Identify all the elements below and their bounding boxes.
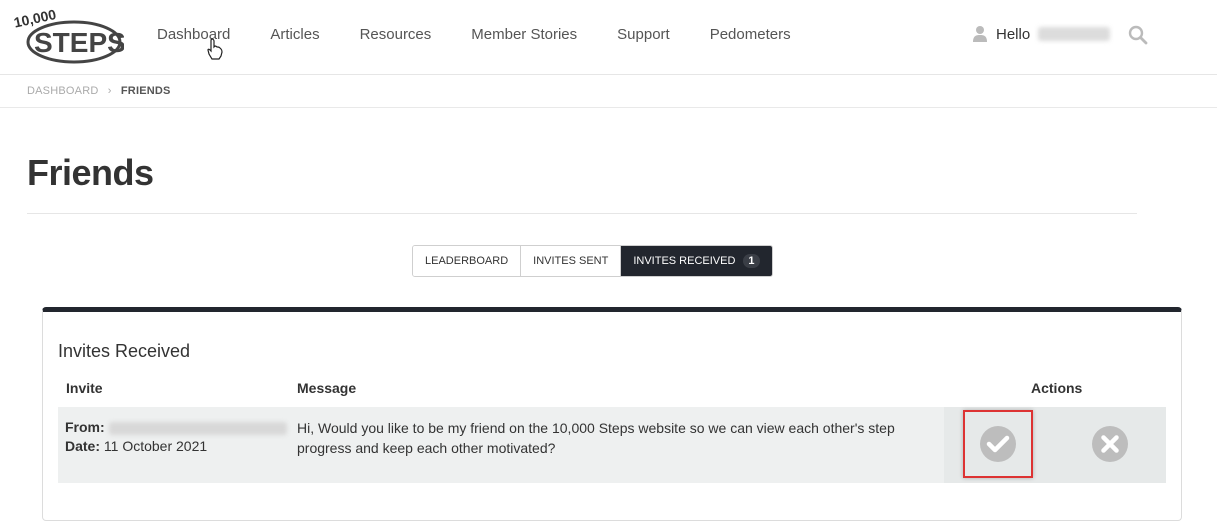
- breadcrumb-dashboard[interactable]: DASHBOARD: [27, 85, 98, 97]
- main-nav: Dashboard Articles Resources Member Stor…: [157, 26, 831, 43]
- site-logo[interactable]: 10,000 STEPS: [12, 6, 126, 66]
- invites-received-card: Invites Received Invite Message Actions …: [42, 307, 1182, 521]
- top-navigation: 10,000 STEPS Dashboard Articles Resource…: [0, 0, 1217, 75]
- tab-invites-sent[interactable]: INVITES SENT: [521, 246, 622, 276]
- user-greeting[interactable]: Hello: [972, 25, 1111, 43]
- hello-label: Hello: [996, 25, 1031, 43]
- header-actions: Actions: [1031, 380, 1083, 396]
- breadcrumb-current: FRIENDS: [120, 85, 171, 97]
- check-circle-icon: [980, 426, 1016, 462]
- invites-count-badge: 1: [743, 254, 760, 268]
- invite-from: From:: [65, 419, 287, 435]
- user-icon: [973, 26, 987, 42]
- date-value: 11 October 2021: [103, 438, 208, 454]
- from-label: From:: [65, 419, 105, 435]
- tab-leaderboard[interactable]: LEADERBOARD: [413, 246, 522, 276]
- breadcrumb-divider: [0, 107, 1217, 108]
- from-email-redacted: [108, 421, 287, 435]
- header-message: Message: [297, 380, 357, 396]
- nav-member-stories[interactable]: Member Stories: [471, 26, 577, 43]
- chevron-right-icon: ›: [107, 85, 112, 97]
- user-name-redacted: [1038, 27, 1111, 41]
- tab-invites-received-label: INVITES RECEIVED: [633, 255, 736, 267]
- invite-message: Hi, Would you like to be my friend on th…: [297, 420, 895, 456]
- title-divider: [27, 213, 1137, 214]
- date-label: Date:: [65, 438, 101, 454]
- hand-cursor-icon: [207, 38, 223, 65]
- invites-card-title: Invites Received: [58, 341, 191, 361]
- nav-resources[interactable]: Resources: [360, 26, 432, 43]
- accept-invite-button[interactable]: [963, 410, 1033, 478]
- decline-invite-button[interactable]: [1091, 425, 1129, 463]
- logo-main-text: STEPS: [34, 27, 124, 58]
- nav-pedometers[interactable]: Pedometers: [710, 26, 791, 43]
- invite-date: Date: 11 October 2021: [65, 438, 207, 454]
- nav-articles[interactable]: Articles: [270, 26, 319, 43]
- x-circle-icon: [1092, 426, 1128, 462]
- tab-leaderboard-label: LEADERBOARD: [425, 255, 509, 267]
- tab-invites-sent-label: INVITES SENT: [533, 255, 609, 267]
- header-invite: Invite: [66, 380, 103, 396]
- breadcrumb: DASHBOARD › FRIENDS: [27, 85, 171, 97]
- search-icon[interactable]: [1128, 25, 1148, 50]
- table-row: From: Date: 11 October 2021 Hi, Would yo…: [58, 407, 1166, 483]
- nav-support[interactable]: Support: [617, 26, 670, 43]
- tab-invites-received[interactable]: INVITES RECEIVED 1: [621, 246, 772, 276]
- page-title: Friends: [27, 152, 154, 193]
- friends-tabs: LEADERBOARD INVITES SENT INVITES RECEIVE…: [412, 245, 773, 277]
